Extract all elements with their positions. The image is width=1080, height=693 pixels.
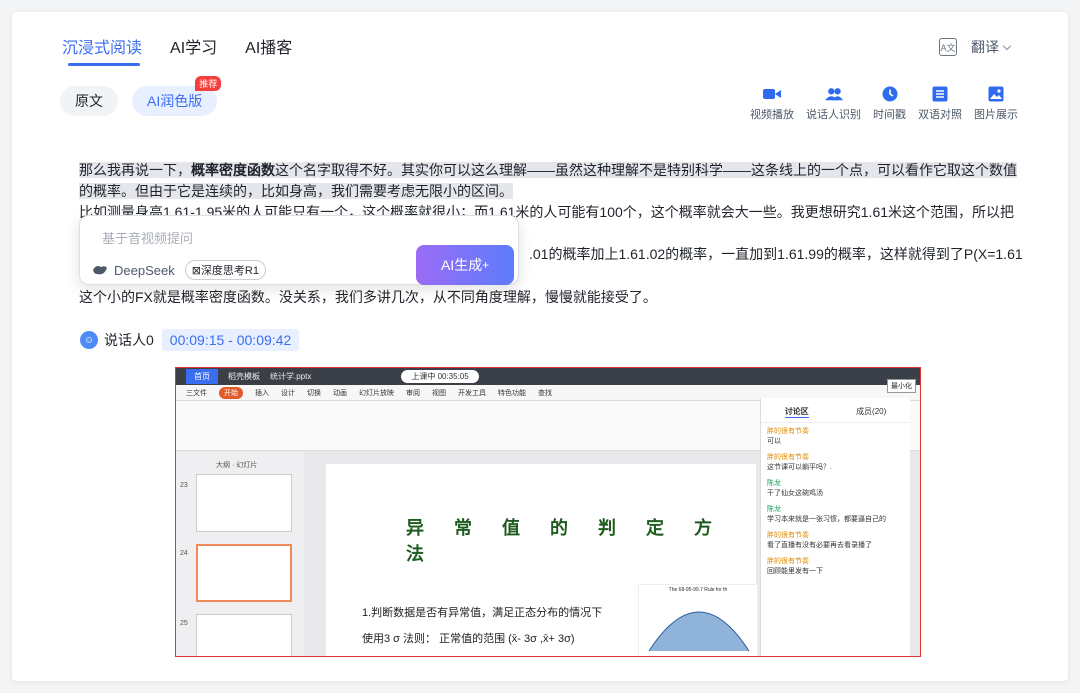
transcript-line[interactable]: 的概率。但由于它是连续的，比如身高，我们需要考虑无限小的区间。 — [79, 181, 1024, 202]
discussion-panel: 讨论区 成员(20) 胖的很有节奏 可以 胖的很有节奏 这节课可以躺平吗？. 陈龙干… — [760, 398, 910, 656]
chat-message: 胖的很有节奏 这节课可以躺平吗？. — [767, 454, 832, 471]
panel-tabs: 大纲 · 幻灯片 — [216, 462, 258, 469]
menu-insert: 插入 — [255, 389, 269, 397]
tool-bilingual[interactable]: 双语对照 — [918, 86, 962, 122]
tab-discussion: 讨论区 — [784, 407, 809, 418]
translate-control[interactable]: A文 翻译 — [939, 37, 1012, 57]
people-icon — [824, 86, 843, 102]
translate-label[interactable]: 翻译 — [971, 37, 1012, 57]
recommend-badge: 推荐 — [195, 76, 222, 91]
toolbar: 视频播放 说话人识别 时间戳 双语对照 图片展示 — [750, 86, 1018, 122]
menu-animation: 动画 — [333, 389, 347, 397]
home-tab: 首页 — [186, 369, 218, 384]
menu-slideshow: 幻灯片放映 — [359, 389, 394, 397]
tool-images-label: 图片展示 — [974, 109, 1018, 121]
bell-curve — [648, 611, 750, 652]
tab-ai-study[interactable]: AI学习 — [170, 34, 217, 58]
sparkle-icon: + — [482, 258, 490, 272]
minimize-tooltip: 最小化 — [887, 379, 916, 393]
translate-icon[interactable]: A文 — [939, 38, 957, 56]
tab-ai-podcast[interactable]: AI播客 — [245, 34, 292, 58]
chevron-down-icon — [1002, 41, 1012, 51]
slide-number: 24 — [180, 550, 188, 557]
tool-bilingual-label: 双语对照 — [918, 109, 962, 121]
ai-generate-button[interactable]: AI生成 + — [416, 245, 514, 285]
chat-tabs: 讨论区 成员(20) — [761, 398, 910, 423]
video-icon — [763, 86, 781, 102]
menu-transition: 切换 — [307, 389, 321, 397]
deep-think-toggle[interactable]: ⊠深度思考R1 — [184, 260, 266, 280]
chat-message: 胖的很有节奏 看了直播有没有必要再去看录播了 — [767, 532, 872, 549]
ai-ask-popup: 基于音视频提问 DeepSeek ⊠深度思考R1 AI生成 + — [79, 215, 519, 285]
ai-polish-label: AI润色版 — [147, 93, 203, 109]
image-icon — [987, 86, 1005, 102]
tab-members: 成员(20) — [856, 407, 887, 416]
model-selector[interactable]: DeepSeek ⊠深度思考R1 — [92, 260, 266, 280]
timestamp-badge[interactable]: 00:09:15 - 00:09:42 — [161, 329, 300, 351]
ask-input[interactable]: 基于音视频提问 — [102, 228, 193, 247]
menu-features: 特色功能 — [498, 389, 526, 397]
live-status: 上课中 00:35:05 — [401, 370, 479, 383]
menu-dev: 开发工具 — [458, 389, 486, 397]
selected-text: 这个名字取得不好。其实你可以这么理解——虽然这种理解不是特别科学——这条线上的一… — [275, 162, 1017, 178]
original-button[interactable]: 原文 — [60, 86, 118, 116]
bilingual-icon — [931, 86, 949, 102]
embedded-screenshot[interactable]: 首页 稻壳模板 统计学.pptx 上课中 00:35:05 三文件 开始 插入 … — [175, 367, 921, 657]
slide-number: 25 — [180, 620, 188, 627]
chart-title: The 68-95-99.7 Rule for th — [668, 587, 728, 593]
view-mode-toggle: 原文 AI润色版 推荐 — [60, 76, 222, 116]
app-tabbar: 首页 稻壳模板 统计学.pptx 上课中 00:35:05 — [176, 368, 920, 385]
deepseek-icon — [93, 266, 107, 275]
template-tab: 稻壳模板 — [228, 372, 260, 381]
chat-message: 胖的很有节奏 可以 — [767, 428, 809, 445]
file-tab: 统计学.pptx — [270, 372, 312, 381]
tool-images[interactable]: 图片展示 — [974, 86, 1018, 122]
slide-thumbnails: 大纲 · 幻灯片 23 24 25 — [176, 452, 304, 656]
menu-file: 三文件 — [186, 389, 207, 397]
clock-icon — [881, 86, 899, 102]
chat-message: 陈龙 学习本来就是一张习惯，都要逼自己的 — [767, 506, 886, 523]
menu-design: 设计 — [281, 389, 295, 397]
slide-chart: The 68-95-99.7 Rule for th — [638, 584, 758, 656]
tool-video[interactable]: 视频播放 — [750, 86, 794, 122]
chat-message: 陈龙 干了仙女这碗鸡汤 — [767, 480, 823, 497]
selected-text: 的概率。但由于它是连续的，比如身高，我们需要考虑无限小的区间。 — [79, 183, 513, 199]
tool-video-label: 视频播放 — [750, 109, 794, 121]
slide-line: 1.判断数据是否有异常值，满足正态分布的情况下 — [362, 607, 603, 619]
top-tabs: 沉浸式阅读 AI学习 AI播客 — [62, 34, 292, 66]
menu-find: 查找 — [538, 389, 552, 397]
slide-title: 异常值的判定方法 — [406, 518, 742, 564]
transcript-line[interactable]: 这个小的FX就是概率密度函数。没关系，我们多讲几次，从不同角度理解，慢慢就能接受… — [79, 287, 1024, 308]
tool-timestamp-label: 时间戳 — [873, 109, 906, 121]
transcript-line[interactable]: 那么我再说一下，概率密度函数这个名字取得不好。其实你可以这么理解——虽然这种理解… — [79, 160, 1024, 181]
slide-thumb-selected — [196, 544, 292, 602]
tool-speaker-label: 说话人识别 — [806, 109, 861, 121]
keyword-text: 概率密度函数 — [191, 162, 275, 178]
model-name: DeepSeek — [114, 262, 175, 278]
menu-review: 审阅 — [406, 389, 420, 397]
slide-thumb — [196, 614, 292, 656]
chat-message: 胖的很有节奏 回顾能里发有一下 — [767, 558, 823, 575]
speaker-row: ☺ 说话人0 00:09:15 - 00:09:42 — [80, 329, 300, 351]
menu-start: 开始 — [219, 386, 243, 399]
ai-polish-button[interactable]: AI润色版 推荐 — [132, 76, 222, 116]
tool-timestamp[interactable]: 时间戳 — [873, 86, 906, 122]
speaker-name: 说话人0 — [104, 332, 154, 348]
selected-text: 那么我再说一下， — [79, 162, 191, 178]
transcript-line[interactable]: .01的概率加上1.61.02的概率，一直加到1.61.99的概率，这样就得到了… — [529, 244, 1024, 265]
slide-number: 23 — [180, 482, 188, 489]
avatar: ☺ — [80, 331, 98, 349]
main-card: 沉浸式阅读 AI学习 AI播客 A文 翻译 原文 AI润色版 推荐 视频播放 说… — [12, 12, 1068, 681]
tool-speaker[interactable]: 说话人识别 — [806, 86, 861, 122]
menu-view: 视图 — [432, 389, 446, 397]
tab-immersive-reading[interactable]: 沉浸式阅读 — [62, 34, 142, 66]
slide-thumb — [196, 474, 292, 532]
slide-line: 使用3 σ 法则： 正常值的范围 (x̄- 3σ ,x̄+ 3σ) — [362, 633, 575, 645]
